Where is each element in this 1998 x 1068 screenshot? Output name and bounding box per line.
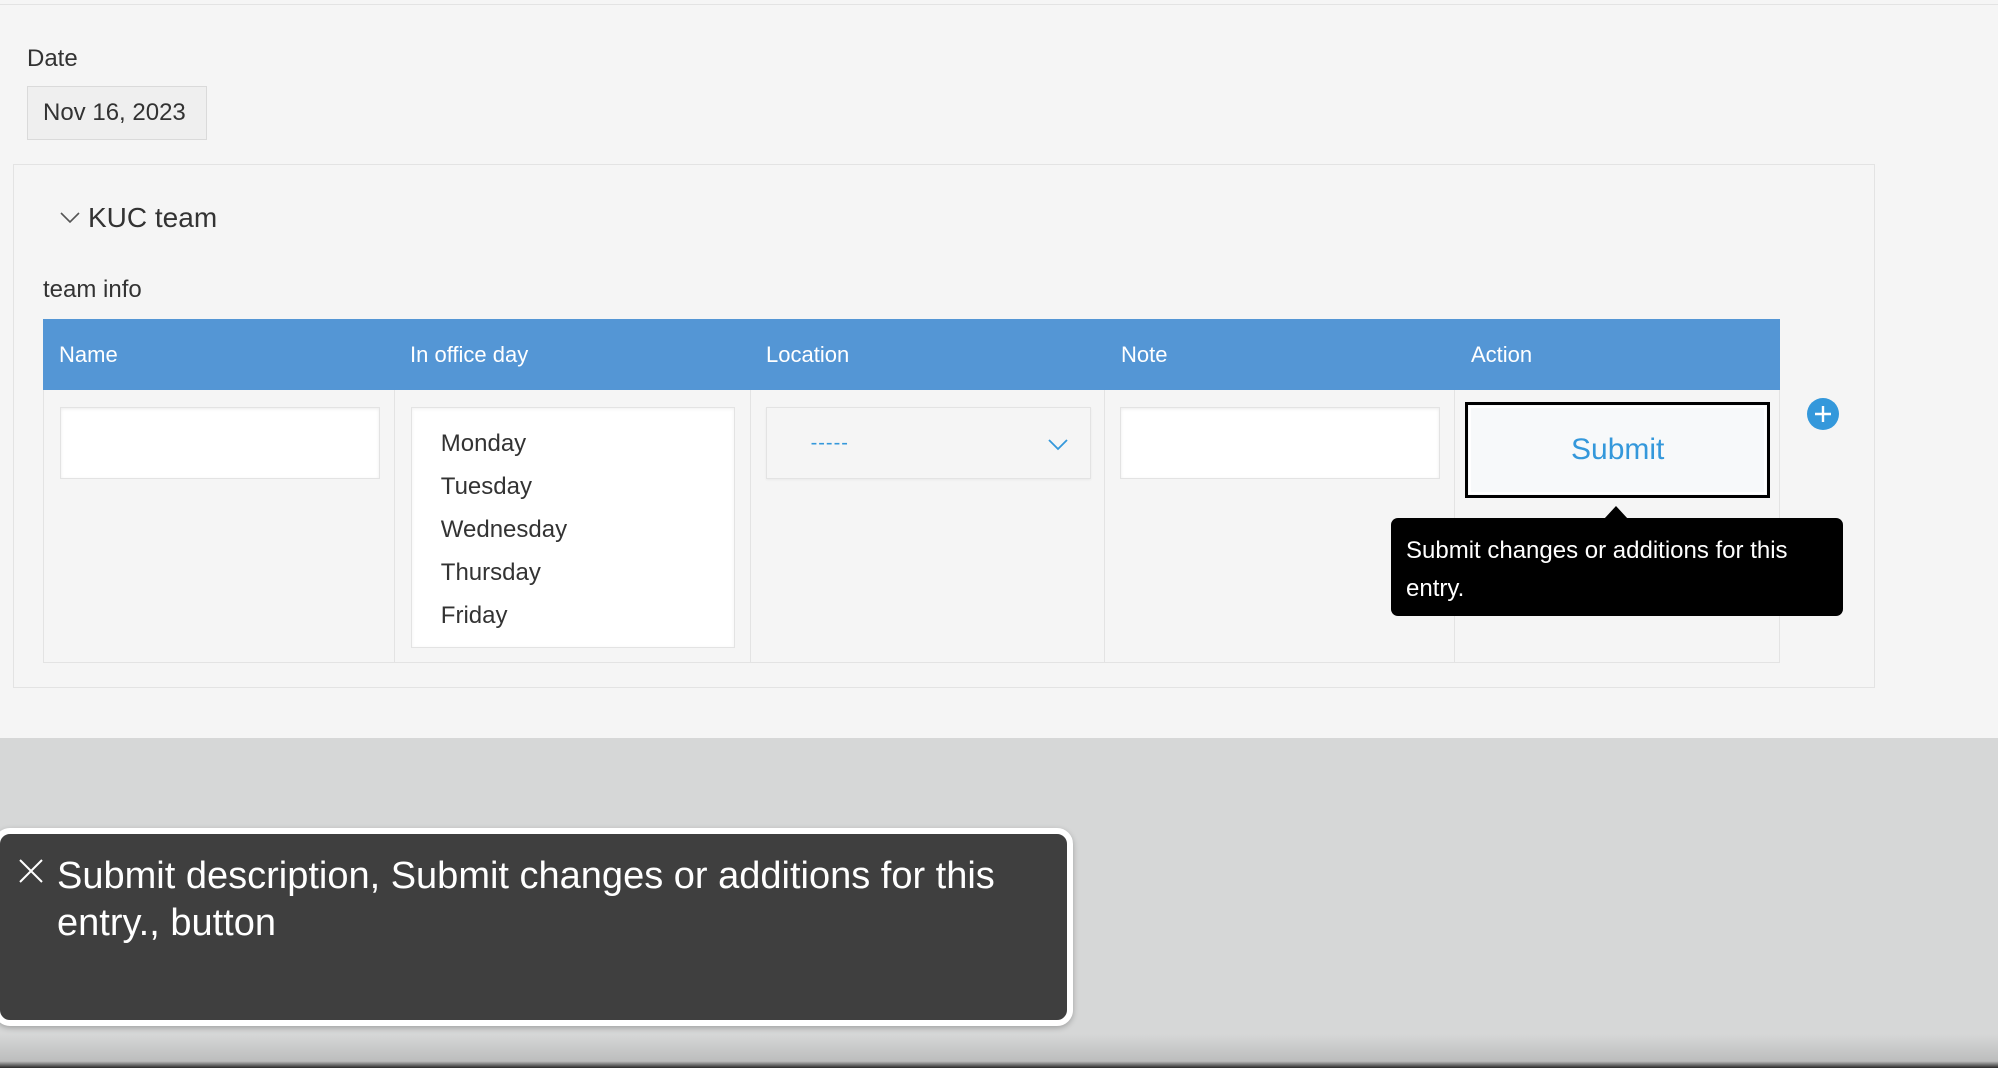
column-header-name: Name — [59, 342, 118, 367]
column-header-in-office-day: In office day — [410, 342, 529, 367]
listbox-option-friday[interactable]: Friday — [412, 594, 734, 637]
cell-name — [44, 390, 395, 662]
add-row-button[interactable] — [1807, 398, 1839, 430]
group-title: KUC team — [88, 202, 218, 233]
group-toggle[interactable]: KUC team — [58, 200, 217, 236]
top-divider — [0, 4, 1998, 5]
listbox-option-monday[interactable]: Monday — [412, 422, 734, 465]
subtable-label: team info — [43, 276, 142, 303]
name-input[interactable] — [60, 407, 380, 479]
record-form: Date Nov 16, 2023 KUC team team info Nam… — [0, 0, 1998, 738]
voiceover-caption-text: Submit description, Submit changes or ad… — [57, 855, 995, 944]
submit-tooltip: Submit changes or additions for this ent… — [1391, 518, 1843, 616]
table-header: Name In office day Location Note Action — [43, 319, 1780, 390]
cell-in-office-day: Monday Tuesday Wednesday Thursday Friday — [395, 390, 751, 662]
chevron-down-icon — [58, 206, 82, 230]
column-header-note: Note — [1121, 342, 1168, 367]
cell-location: ----- — [751, 390, 1106, 662]
column-header-action: Action — [1471, 342, 1533, 367]
column-header-location: Location — [766, 342, 850, 367]
note-input[interactable] — [1120, 407, 1441, 479]
date-field-label: Date — [27, 45, 78, 72]
voiceover-caption-panel: Submit description, Submit changes or ad… — [0, 828, 1073, 1026]
location-dropdown[interactable]: ----- — [765, 407, 1091, 479]
close-icon[interactable] — [16, 856, 46, 886]
listbox-option-wednesday[interactable]: Wednesday — [412, 508, 734, 551]
plus-circle-icon — [1815, 406, 1831, 422]
date-field-value: Nov 16, 2023 — [27, 86, 207, 140]
listbox-option-thursday[interactable]: Thursday — [412, 551, 734, 594]
location-dropdown-value: ----- — [810, 432, 849, 454]
in-office-day-listbox[interactable]: Monday Tuesday Wednesday Thursday Friday — [410, 407, 735, 648]
chevron-down-icon — [1046, 432, 1070, 456]
submit-button[interactable]: Submit — [1465, 402, 1771, 498]
listbox-option-tuesday[interactable]: Tuesday — [412, 465, 734, 508]
bottom-edge-shadow — [0, 1034, 1998, 1068]
